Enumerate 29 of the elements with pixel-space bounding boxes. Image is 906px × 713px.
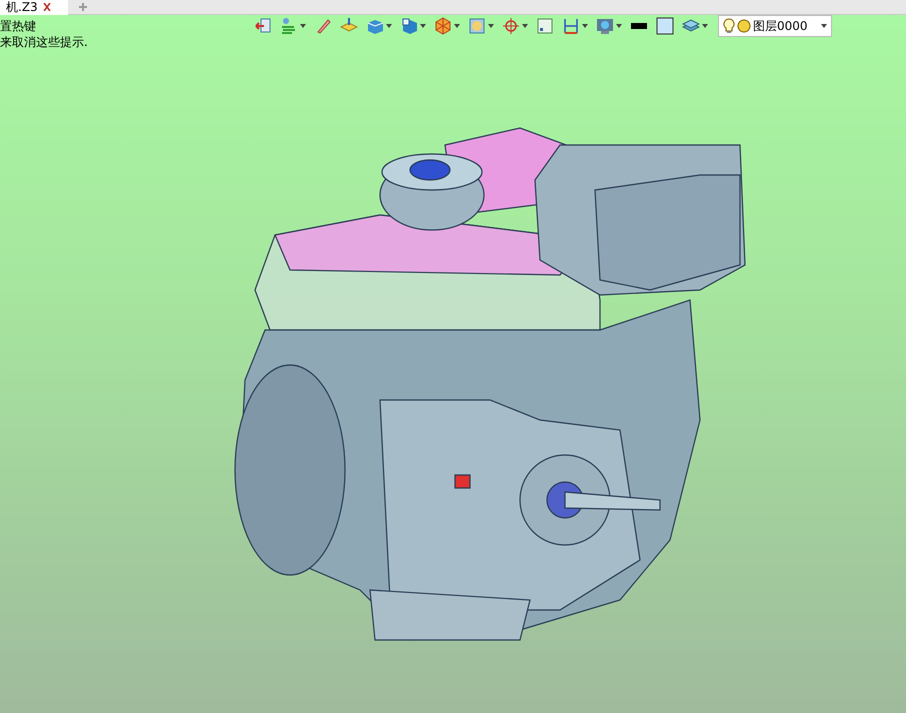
polygon-icon	[434, 17, 452, 35]
caret-icon	[386, 24, 392, 28]
lightbulb-icon	[723, 18, 735, 34]
caret-icon	[420, 24, 426, 28]
target-icon	[502, 17, 520, 35]
caret-icon	[488, 24, 494, 28]
layer-dropdown[interactable]: 图层0000	[718, 15, 832, 37]
caret-icon	[522, 24, 528, 28]
new-tab-icon[interactable]	[78, 3, 88, 11]
dimension-icon	[562, 17, 580, 35]
fill-color-icon	[656, 17, 674, 35]
exit-icon	[254, 17, 272, 35]
caret-icon	[300, 24, 306, 28]
circle-icon	[737, 19, 751, 33]
box-icon	[400, 17, 418, 35]
monitor-icon	[596, 17, 614, 35]
layers-icon	[280, 17, 298, 35]
caret-icon	[582, 24, 588, 28]
caret-icon	[702, 24, 708, 28]
box-icon	[366, 17, 384, 35]
hint-text: 来取消这些提示.	[0, 34, 88, 50]
caret-icon	[821, 24, 827, 28]
close-icon[interactable]	[42, 3, 52, 11]
document-tab[interactable]: 机.Z3	[0, 0, 68, 15]
caret-icon	[454, 24, 460, 28]
caret-icon	[616, 24, 622, 28]
window-icon	[536, 17, 554, 35]
toolbar-button[interactable]	[654, 15, 676, 37]
hint-text: 置热键	[0, 18, 37, 34]
